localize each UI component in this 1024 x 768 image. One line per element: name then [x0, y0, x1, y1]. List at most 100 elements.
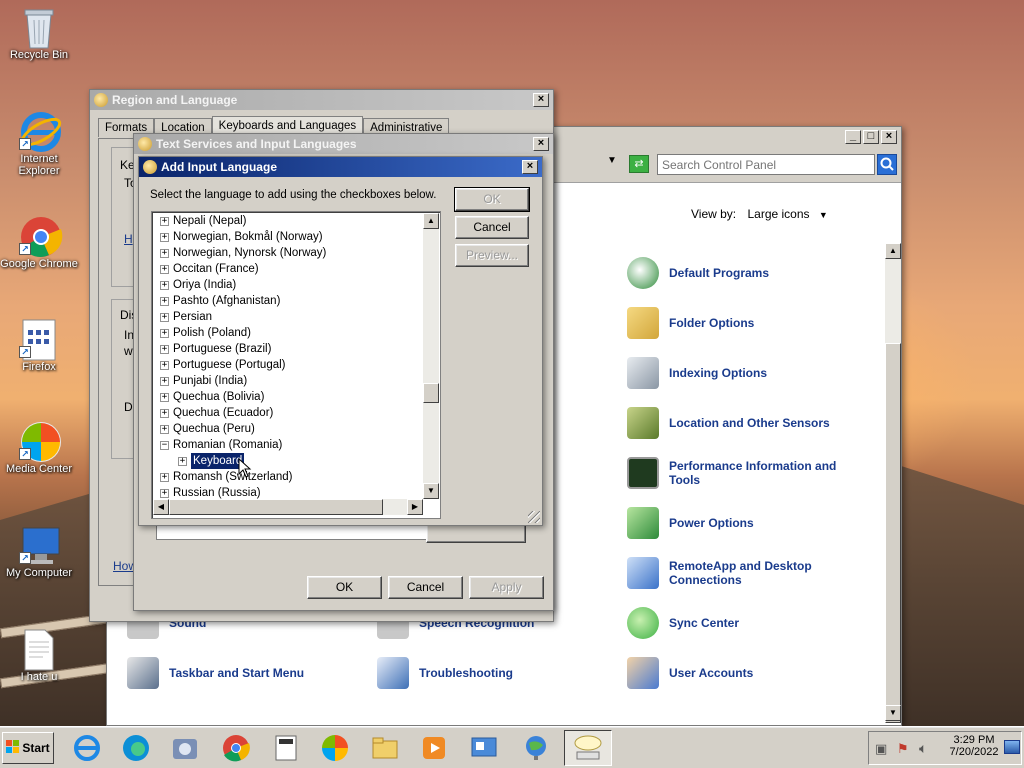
desktop-icon-chrome[interactable]: ↗ Google Chrome: [0, 215, 78, 270]
taskbar-chrome[interactable]: [216, 730, 256, 766]
expand-plus-icon[interactable]: +: [160, 280, 169, 290]
text-services-cancel-button[interactable]: Cancel: [388, 576, 463, 599]
tree-item-romansh[interactable]: + Romansh (Switzerland): [160, 469, 422, 485]
cp-item-sync-center[interactable]: Sync Center: [627, 607, 739, 639]
scroll-thumb[interactable]: [423, 383, 439, 403]
taskbar-media-player[interactable]: [165, 730, 205, 766]
control-panel-scrollbar[interactable]: ▲ ▼: [885, 243, 901, 723]
expand-plus-icon[interactable]: +: [160, 344, 169, 354]
show-desktop-icon[interactable]: [1004, 740, 1020, 754]
taskbar-explorer[interactable]: [365, 730, 405, 766]
tree-item-quechua-ecuador[interactable]: + Quechua (Ecuador): [160, 405, 422, 421]
action-center-icon[interactable]: ⚑: [897, 741, 909, 757]
expand-plus-icon[interactable]: +: [160, 216, 169, 226]
taskbar-video-player[interactable]: [414, 730, 454, 766]
desktop-icon-internet-explorer[interactable]: ↗ Internet Explorer: [0, 110, 78, 177]
view-by-control[interactable]: View by: Large icons ▼: [691, 207, 828, 221]
scroll-up-arrow[interactable]: ▲: [885, 243, 901, 259]
desktop-icon-text-file[interactable]: I hate u: [0, 628, 78, 683]
taskbar-edge[interactable]: [116, 730, 156, 766]
tree-horizontal-scrollbar[interactable]: ◀ ▶: [153, 499, 423, 515]
close-button[interactable]: ×: [533, 137, 549, 151]
dialog-preview-button[interactable]: Preview...: [455, 244, 529, 267]
scroll-down-arrow[interactable]: ▼: [885, 705, 901, 721]
language-tree-view[interactable]: + Nepali (Nepal) + Norwegian, Bokmål (Norw…: [151, 211, 441, 519]
expand-plus-icon[interactable]: +: [160, 296, 169, 306]
tree-item-nepali[interactable]: + Nepali (Nepal): [160, 213, 422, 229]
tree-item-oriya[interactable]: + Oriya (India): [160, 277, 422, 293]
tree-item-portuguese-portugal[interactable]: + Portuguese (Portugal): [160, 357, 422, 373]
tree-item-romanian[interactable]: − Romanian (Romania): [160, 437, 422, 453]
tree-item-quechua-bolivia[interactable]: + Quechua (Bolivia): [160, 389, 422, 405]
cp-item-performance[interactable]: Performance Information and Tools: [627, 457, 857, 489]
maximize-button[interactable]: □: [863, 130, 879, 144]
cp-item-remoteapp[interactable]: RemoteApp and Desktop Connections: [627, 557, 857, 589]
scroll-thumb[interactable]: [169, 499, 383, 515]
refresh-icon[interactable]: ⇄: [629, 155, 649, 173]
expand-plus-icon[interactable]: +: [160, 312, 169, 322]
desktop-icon-media-center[interactable]: ↗ Media Center: [0, 420, 78, 475]
resize-grip[interactable]: [528, 511, 540, 523]
taskbar-region-language[interactable]: [516, 730, 556, 766]
tree-item-norwegian-bokmal[interactable]: + Norwegian, Bokmål (Norway): [160, 229, 422, 245]
dialog-ok-button[interactable]: OK: [454, 187, 530, 212]
minimize-button[interactable]: _: [845, 130, 861, 144]
tree-item-pashto[interactable]: + Pashto (Afghanistan): [160, 293, 422, 309]
search-icon[interactable]: [877, 154, 897, 175]
expand-plus-icon[interactable]: +: [160, 248, 169, 258]
scroll-thumb[interactable]: [885, 343, 901, 723]
taskbar-media-center[interactable]: [315, 730, 355, 766]
help-link[interactable]: H: [124, 232, 133, 246]
tree-item-persian[interactable]: + Persian: [160, 309, 422, 325]
cp-item-location-sensors[interactable]: Location and Other Sensors: [627, 407, 830, 439]
tree-item-quechua-peru[interactable]: + Quechua (Peru): [160, 421, 422, 437]
text-services-ok-button[interactable]: OK: [307, 576, 382, 599]
taskbar-text-services[interactable]: [564, 730, 612, 766]
clock[interactable]: 3:29 PM 7/20/2022: [947, 734, 1001, 758]
scroll-left-arrow[interactable]: ◀: [153, 499, 169, 515]
expand-plus-icon[interactable]: +: [160, 488, 169, 498]
cp-item-folder-options[interactable]: Folder Options: [627, 307, 754, 339]
cp-item-indexing-options[interactable]: Indexing Options: [627, 357, 767, 389]
tree-item-occitan[interactable]: + Occitan (France): [160, 261, 422, 277]
expand-plus-icon[interactable]: +: [160, 328, 169, 338]
expand-plus-icon[interactable]: +: [160, 392, 169, 402]
close-button[interactable]: ×: [881, 130, 897, 144]
desktop-icon-my-computer[interactable]: ↗ My Computer: [0, 524, 78, 579]
tree-item-polish[interactable]: + Polish (Poland): [160, 325, 422, 341]
expand-plus-icon[interactable]: +: [160, 472, 169, 482]
taskbar-internet-explorer[interactable]: [67, 730, 107, 766]
cp-item-power-options[interactable]: Power Options: [627, 507, 754, 539]
tree-vertical-scrollbar[interactable]: ▲ ▼: [423, 213, 439, 499]
cp-item-default-programs[interactable]: Default Programs: [627, 257, 769, 289]
desktop-icon-recycle-bin[interactable]: Recycle Bin: [0, 6, 78, 61]
scroll-right-arrow[interactable]: ▶: [407, 499, 423, 515]
cp-item-user-accounts[interactable]: User Accounts: [627, 657, 753, 689]
expand-plus-icon[interactable]: +: [178, 456, 187, 466]
scroll-up-arrow[interactable]: ▲: [423, 213, 439, 229]
tree-item-norwegian-nynorsk[interactable]: + Norwegian, Nynorsk (Norway): [160, 245, 422, 261]
close-button[interactable]: ×: [533, 93, 549, 107]
tree-item-romanian-keyboard[interactable]: + Keyboard: [160, 452, 422, 470]
dialog-cancel-button[interactable]: Cancel: [455, 216, 529, 239]
expand-plus-icon[interactable]: +: [160, 424, 169, 434]
expand-plus-icon[interactable]: +: [160, 408, 169, 418]
collapse-minus-icon[interactable]: −: [160, 440, 169, 450]
address-dropdown-icon[interactable]: ▼: [607, 155, 617, 166]
close-button[interactable]: ×: [522, 160, 538, 174]
taskbar-control-panel[interactable]: [464, 730, 504, 766]
volume-icon[interactable]: 🔈︎: [919, 740, 927, 757]
tree-item-label-selected[interactable]: Keyboard: [189, 452, 246, 470]
cp-item-taskbar-start[interactable]: Taskbar and Start Menu: [127, 657, 304, 689]
taskbar-calculator[interactable]: [266, 730, 306, 766]
expand-plus-icon[interactable]: +: [160, 232, 169, 242]
start-button[interactable]: Start: [2, 732, 54, 764]
expand-plus-icon[interactable]: +: [160, 264, 169, 274]
expand-plus-icon[interactable]: +: [160, 376, 169, 386]
search-input[interactable]: [657, 154, 875, 175]
expand-plus-icon[interactable]: +: [160, 360, 169, 370]
tree-item-punjabi[interactable]: + Punjabi (India): [160, 373, 422, 389]
text-services-apply-button[interactable]: Apply: [469, 576, 544, 599]
tree-item-portuguese-brazil[interactable]: + Portuguese (Brazil): [160, 341, 422, 357]
desktop-icon-firefox[interactable]: ↗ Firefox: [0, 318, 78, 373]
